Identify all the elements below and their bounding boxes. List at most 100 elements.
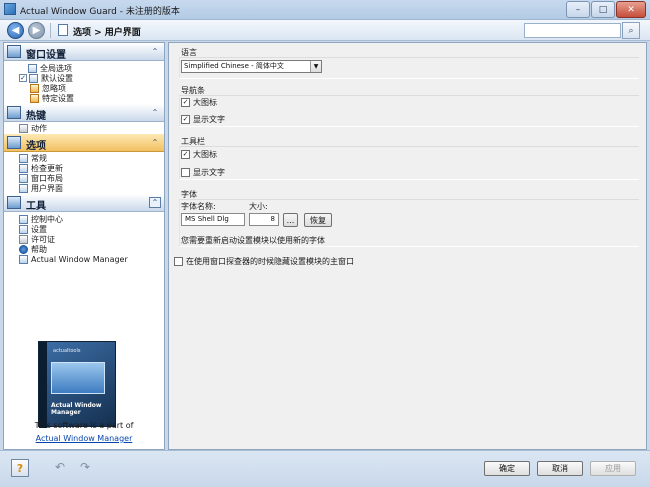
hide-main-window-checkbox[interactable] xyxy=(174,257,183,266)
breadcrumb: 选项 > 用户界面 xyxy=(73,28,141,38)
option-label: 显示文字 xyxy=(193,168,225,177)
font-name-label: 字体名称: xyxy=(181,202,216,211)
navbar-group xyxy=(179,95,639,127)
control-center-icon xyxy=(19,214,28,224)
action-icon xyxy=(19,123,28,133)
help-icon xyxy=(19,244,28,254)
product-box-spine xyxy=(39,342,47,428)
user-interface-icon xyxy=(19,183,28,193)
general-icon xyxy=(19,153,28,163)
sidebar-item-control-center[interactable]: 控制中心 xyxy=(19,214,63,224)
toolbar-show-text-checkbox[interactable] xyxy=(181,168,190,177)
back-button[interactable]: ◀ xyxy=(7,22,24,39)
sidebar-item-settings[interactable]: 设置 xyxy=(19,224,47,234)
toolbar-large-icons-option[interactable]: 大图标 xyxy=(181,149,217,160)
bottom-bar: ? ↶ ↷ 确定 取消 应用 xyxy=(0,450,650,487)
section-options[interactable]: 选项 ⌃ xyxy=(4,134,164,152)
navigation-bar: ◀ ▶ 选项 > 用户界面 ⌕ xyxy=(0,20,650,41)
sidebar-item-help[interactable]: 帮助 xyxy=(19,244,47,254)
minimize-button[interactable]: – xyxy=(566,1,590,18)
sidebar-item-user-interface[interactable]: 用户界面 xyxy=(19,183,63,193)
license-icon xyxy=(19,234,28,244)
search-icon[interactable]: ⌕ xyxy=(622,22,640,39)
section-label: 窗口设置 xyxy=(26,50,66,61)
sidebar-item-label: Actual Window Manager xyxy=(31,254,128,264)
sidebar-item-license[interactable]: 许可证 xyxy=(19,234,55,244)
sidebar-item-default-settings[interactable]: ✓ 默认设置 xyxy=(19,73,73,83)
sidebar-item-ignore[interactable]: 忽略项 xyxy=(30,83,66,93)
default-settings-icon xyxy=(29,73,38,83)
option-label: 大图标 xyxy=(193,150,217,159)
collapse-icon[interactable]: ⌃ xyxy=(149,197,161,208)
option-label: 显示文字 xyxy=(193,115,225,124)
search-input[interactable] xyxy=(524,23,621,38)
ok-button[interactable]: 确定 xyxy=(484,461,530,476)
font-name-field[interactable]: MS Shell Dlg xyxy=(181,213,245,226)
font-restart-note: 您需要重新启动设置模块以使用新的字体 xyxy=(181,236,325,245)
font-size-label: 大小: xyxy=(249,202,268,211)
navbar-show-text-checkbox[interactable] xyxy=(181,115,190,124)
promo-text: This software is a part of xyxy=(34,421,134,430)
section-label: 选项 xyxy=(26,141,46,152)
product-box-cover xyxy=(51,362,105,394)
navbar-show-text-option[interactable]: 显示文字 xyxy=(181,114,225,125)
global-options-icon xyxy=(28,63,37,73)
option-label: 大图标 xyxy=(193,98,217,107)
specific-settings-icon xyxy=(30,93,39,103)
toolbar-group xyxy=(179,146,639,180)
language-select[interactable]: Simplified Chinese - 简体中文 ▼ xyxy=(181,60,322,73)
section-label: 工具 xyxy=(26,201,46,212)
window-manager-icon xyxy=(19,254,28,264)
maximize-button[interactable]: □ xyxy=(591,1,615,18)
apply-button[interactable]: 应用 xyxy=(590,461,636,476)
page-icon xyxy=(58,24,68,36)
restore-font-button[interactable]: 恢复 xyxy=(304,213,332,227)
sidebar-item-label: 用户界面 xyxy=(31,183,63,193)
window-title: Actual Window Guard - 未注册的版本 xyxy=(20,7,180,17)
forward-button[interactable]: ▶ xyxy=(28,22,45,39)
redo-icon[interactable]: ↷ xyxy=(77,460,93,474)
toolbar-show-text-option[interactable]: 显示文字 xyxy=(181,167,225,178)
navbar-large-icons-option[interactable]: 大图标 xyxy=(181,97,217,108)
sidebar-item-general[interactable]: 常规 xyxy=(19,153,47,163)
app-icon xyxy=(4,3,16,15)
promo-link[interactable]: Actual Window Manager xyxy=(4,434,164,443)
section-hotkeys[interactable]: 热键 ⌃ xyxy=(4,104,164,122)
title-bar: Actual Window Guard - 未注册的版本 – □ ✕ xyxy=(0,0,650,20)
cancel-button[interactable]: 取消 xyxy=(537,461,583,476)
section-window-settings[interactable]: 窗口设置 ⌃ xyxy=(4,43,164,61)
option-label: 在使用窗口探查器的时候隐藏设置模块的主窗口 xyxy=(186,257,354,266)
sidebar-item-specific-settings[interactable]: 特定设置 xyxy=(30,93,74,103)
window-settings-icon xyxy=(7,45,21,58)
undo-icon[interactable]: ↶ xyxy=(52,460,68,474)
toolbar-large-icons-checkbox[interactable] xyxy=(181,150,190,159)
tools-icon xyxy=(7,196,21,209)
main-panel: 语言 Simplified Chinese - 简体中文 ▼ 导航条 大图标 显… xyxy=(168,42,647,450)
collapse-icon[interactable]: ⌃ xyxy=(149,46,161,57)
browse-font-button[interactable]: ... xyxy=(283,213,298,227)
product-box-title: Actual Window Manager xyxy=(51,402,102,416)
sidebar-item-check-updates[interactable]: 检查更新 xyxy=(19,163,63,173)
check-updates-icon xyxy=(19,163,28,173)
options-icon xyxy=(7,136,21,149)
hide-main-window-option[interactable]: 在使用窗口探查器的时候隐藏设置模块的主窗口 xyxy=(174,256,354,267)
ignore-icon xyxy=(30,83,39,93)
section-tools[interactable]: 工具 ⌃ xyxy=(4,194,164,212)
divider xyxy=(50,23,51,38)
navbar-large-icons-checkbox[interactable] xyxy=(181,98,190,107)
settings-icon xyxy=(19,224,28,234)
sidebar-item-action[interactable]: 动作 xyxy=(19,123,47,133)
collapse-icon[interactable]: ⌃ xyxy=(149,137,161,148)
sidebar-item-label: 帮助 xyxy=(31,244,47,254)
sidebar-item-label: 特定设置 xyxy=(42,93,74,103)
sidebar-item-window-manager[interactable]: Actual Window Manager xyxy=(19,254,128,264)
close-button[interactable]: ✕ xyxy=(616,1,646,18)
hotkeys-icon xyxy=(7,106,21,119)
sidebar-item-global-options[interactable]: 全局选项 xyxy=(28,63,72,73)
font-size-field[interactable]: 8 xyxy=(249,213,279,226)
help-icon[interactable]: ? xyxy=(11,459,29,477)
collapse-icon[interactable]: ⌃ xyxy=(149,107,161,118)
checkbox[interactable]: ✓ xyxy=(19,74,27,82)
chevron-down-icon: ▼ xyxy=(310,61,321,72)
sidebar-item-window-layout[interactable]: 窗口布局 xyxy=(19,173,63,183)
